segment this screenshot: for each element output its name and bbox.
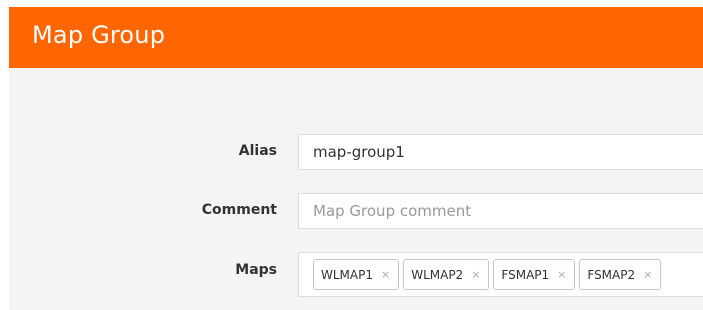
alias-label: Alias <box>238 143 277 159</box>
map-tag-label: WLMAP2 <box>411 267 464 282</box>
screen: Map Group Alias Comment Maps WLMAP1 × <box>0 0 703 310</box>
alias-field[interactable] <box>298 134 703 170</box>
comment-input[interactable] <box>313 194 693 228</box>
map-tag-label: FSMAP1 <box>501 267 550 282</box>
alias-input[interactable] <box>313 135 693 169</box>
map-group-panel: Map Group Alias Comment Maps WLMAP1 × <box>9 7 703 310</box>
close-icon[interactable]: × <box>643 268 652 281</box>
close-icon[interactable]: × <box>381 268 390 281</box>
map-tag-label: FSMAP2 <box>587 267 636 282</box>
panel-title: Map Group <box>32 21 166 49</box>
comment-label: Comment <box>201 202 277 218</box>
comment-row: Comment <box>9 193 703 229</box>
close-icon[interactable]: × <box>557 268 566 281</box>
maps-tag-field[interactable]: WLMAP1 × WLMAP2 × FSMAP1 × FSMAP2 × <box>298 252 703 297</box>
close-icon[interactable]: × <box>471 268 480 281</box>
map-tag: WLMAP1 × <box>313 259 400 290</box>
map-tag: WLMAP2 × <box>403 259 490 290</box>
alias-row: Alias <box>9 134 703 170</box>
map-tag-label: WLMAP1 <box>321 267 373 282</box>
map-tag: FSMAP1 × <box>493 259 576 290</box>
comment-field[interactable] <box>298 193 703 229</box>
maps-label: Maps <box>235 262 277 278</box>
maps-row: Maps WLMAP1 × WLMAP2 × FSMAP1 × FSMAP2 × <box>9 252 703 297</box>
panel-header: Map Group <box>9 7 703 68</box>
map-tag: FSMAP2 × <box>579 259 662 290</box>
maps-tag-list: WLMAP1 × WLMAP2 × FSMAP1 × FSMAP2 × <box>313 259 662 290</box>
